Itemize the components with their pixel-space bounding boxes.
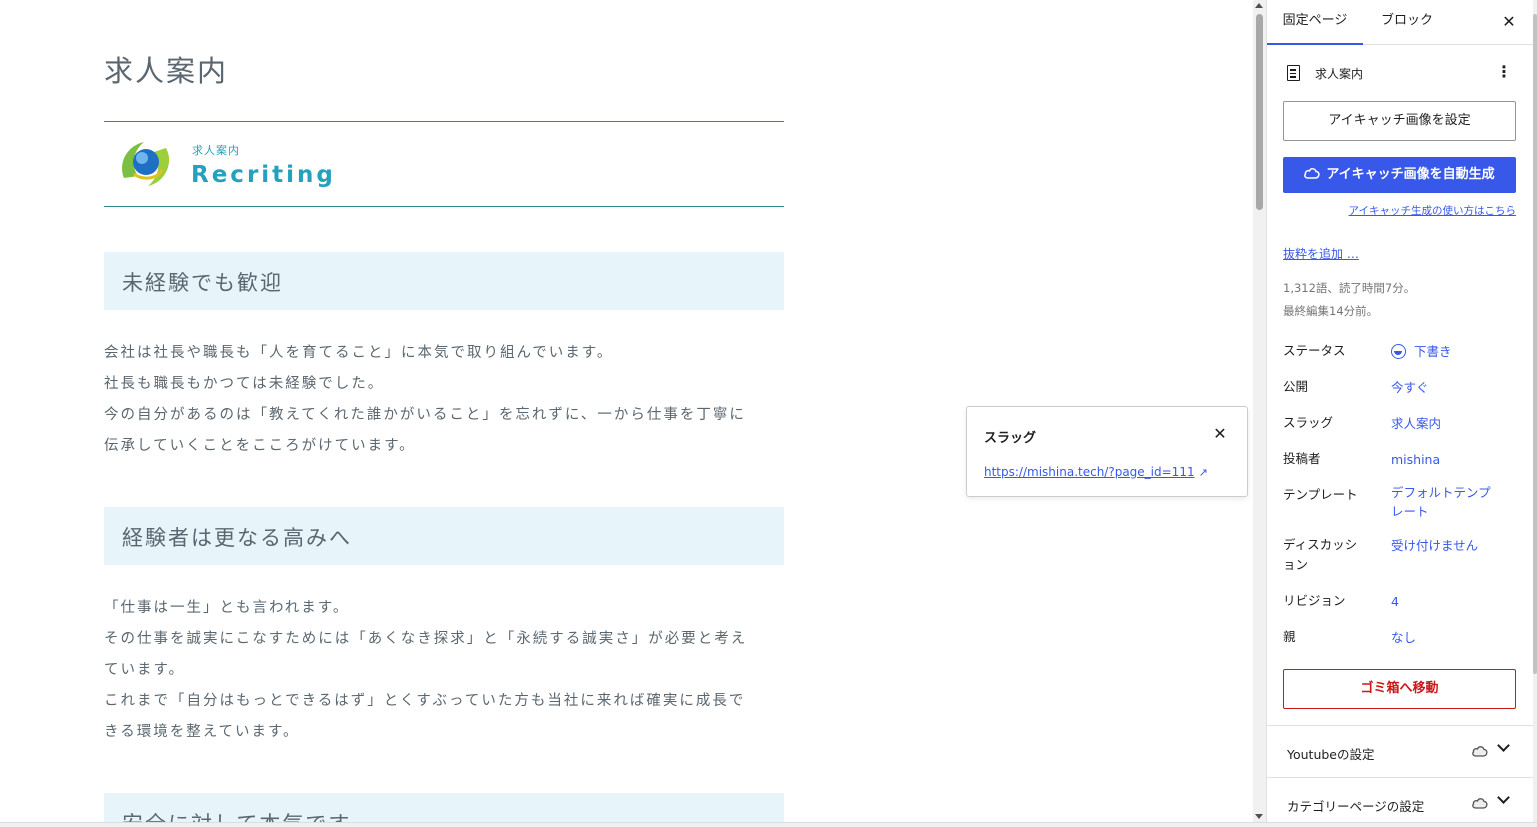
chevron-down-icon[interactable] [1497,791,1510,804]
section-heading[interactable]: 経験者は更なる高みへ [104,507,784,565]
close-icon[interactable]: ✕ [1211,425,1229,443]
more-options-icon[interactable]: ⋮ [1496,62,1512,84]
slug-popover: スラッグ ✕ https://mishina.tech/?page_id=111… [966,406,1248,497]
cloud-icon [1472,746,1488,757]
paragraph-line: ています。 [104,662,186,678]
page-title[interactable]: 求人案内 [104,48,228,90]
last-edited: 最終編集14分前。 [1283,304,1379,318]
bottom-edge [0,822,1537,827]
paragraph-line: その仕事を誠実にこなすためには「あくなき探求」と「永続する誠実さ」が必要と考え [104,631,748,647]
company-logo [122,142,170,186]
external-link-icon: ↗ [1198,466,1208,479]
header-subtitle: 求人案内 [192,144,240,157]
slug-label: スラッグ [1283,415,1334,430]
scroll-up-icon[interactable] [1255,3,1263,8]
paragraph-line: 伝承していくことをこころがけています。 [104,438,416,454]
paragraph-line: これまで「自分はもっとできるはず」とくすぶっていた方も当社に来れば確実に成長で [104,693,746,709]
paragraph-line: 今の自分があるのは「教えてくれた誰かがいること」を忘れずに、一から仕事を丁寧に [104,407,746,423]
paragraph-line: 社長も職長もかつては未経験でした。 [104,376,385,392]
tab-block[interactable]: ブロック [1367,0,1447,45]
author-label: 投稿者 [1283,451,1321,466]
status-text: 下書き [1414,344,1452,359]
popover-title: スラッグ [984,431,1037,446]
discussion-value[interactable]: 受け付けません [1391,536,1511,555]
sidebar-scrollbar-thumb[interactable] [1533,14,1537,674]
add-excerpt-link[interactable]: 抜粋を追加 … [1283,245,1359,262]
category-page-settings-panel[interactable]: カテゴリーページの設定 [1267,777,1533,822]
slug-value[interactable]: 求人案内 [1391,414,1511,433]
sidebar-scrollbar[interactable] [1533,0,1537,822]
set-featured-image-button[interactable]: アイキャッチ画像を設定 [1283,101,1516,141]
document-summary: 求人案内 ⋮ [1284,62,1519,84]
paragraph-line: 「仕事は一生」とも言われます。 [104,600,350,616]
publish-value[interactable]: 今すぐ [1391,378,1511,397]
paragraph-line: きる環境を整えています。 [104,724,300,740]
discussion-label: ディスカッション [1283,537,1358,572]
move-to-trash-button[interactable]: ゴミ箱へ移動 [1283,669,1516,709]
publish-label: 公開 [1283,379,1309,394]
featured-howto-link[interactable]: アイキャッチ生成の使い方はこちら [1349,203,1516,218]
panel-title: カテゴリーページの設定 [1287,799,1425,814]
draft-status-icon [1391,344,1406,359]
parent-value[interactable]: なし [1391,628,1511,647]
scrollbar-thumb[interactable] [1256,14,1263,210]
auto-generate-label: アイキャッチ画像を自動生成 [1326,167,1495,182]
panel-title: Youtubeの設定 [1287,747,1375,762]
paragraph-line: 会社は社長や職長も「人を育てること」に本気で取り組んでいます。 [104,345,614,361]
template-value[interactable]: デフォルトテンプレート [1391,483,1503,521]
page-icon [1287,65,1300,81]
tab-page[interactable]: 固定ページ [1267,0,1363,45]
scroll-down-icon[interactable] [1255,814,1263,819]
section-paragraph[interactable]: 会社は社長や職長も「人を育てること」に本気で取り組んでいます。 社長も職長もかつ… [104,338,784,462]
sidebar-tabs: 固定ページ ブロック ✕ [1267,0,1533,45]
section-heading[interactable]: 未経験でも歓迎 [104,252,784,310]
status-label: ステータス [1283,343,1346,358]
header-title: Recriting [191,162,336,188]
section-heading[interactable]: 安全に対して本気です [104,793,784,822]
permalink-text: https://mishina.tech/?page_id=111 [984,465,1195,479]
recruit-header-block[interactable]: 求人案内 Recriting [104,121,784,207]
permalink-link[interactable]: https://mishina.tech/?page_id=111 ↗ [984,465,1208,479]
section-paragraph[interactable]: 「仕事は一生」とも言われます。 その仕事を誠実にこなすためには「あくなき探求」と… [104,593,784,748]
status-value[interactable]: 下書き [1391,342,1511,361]
document-title: 求人案内 [1315,67,1364,81]
chevron-down-icon[interactable] [1497,739,1510,752]
template-label: テンプレート [1283,487,1358,502]
revisions-value[interactable]: 4 [1391,592,1511,611]
youtube-settings-panel[interactable]: Youtubeの設定 [1267,725,1533,777]
revisions-label: リビジョン [1283,593,1346,608]
editor-canvas[interactable]: 求人案内 求人案内 Recriting 未経験でも歓迎 会社は社長や職長も「人を… [0,0,1253,822]
editor-scrollbar[interactable] [1253,0,1266,822]
word-count: 1,312語、読了時間7分。 [1283,281,1416,295]
author-value[interactable]: mishina [1391,450,1511,469]
auto-generate-featured-image-button[interactable]: アイキャッチ画像を自動生成 [1283,157,1516,193]
close-icon[interactable]: ✕ [1499,12,1519,32]
cloud-icon [1472,798,1488,809]
parent-label: 親 [1283,629,1296,644]
cloud-icon [1304,168,1320,179]
settings-sidebar: 固定ページ ブロック ✕ 求人案内 ⋮ アイキャッチ画像を設定 アイキャッチ画像… [1266,0,1533,822]
